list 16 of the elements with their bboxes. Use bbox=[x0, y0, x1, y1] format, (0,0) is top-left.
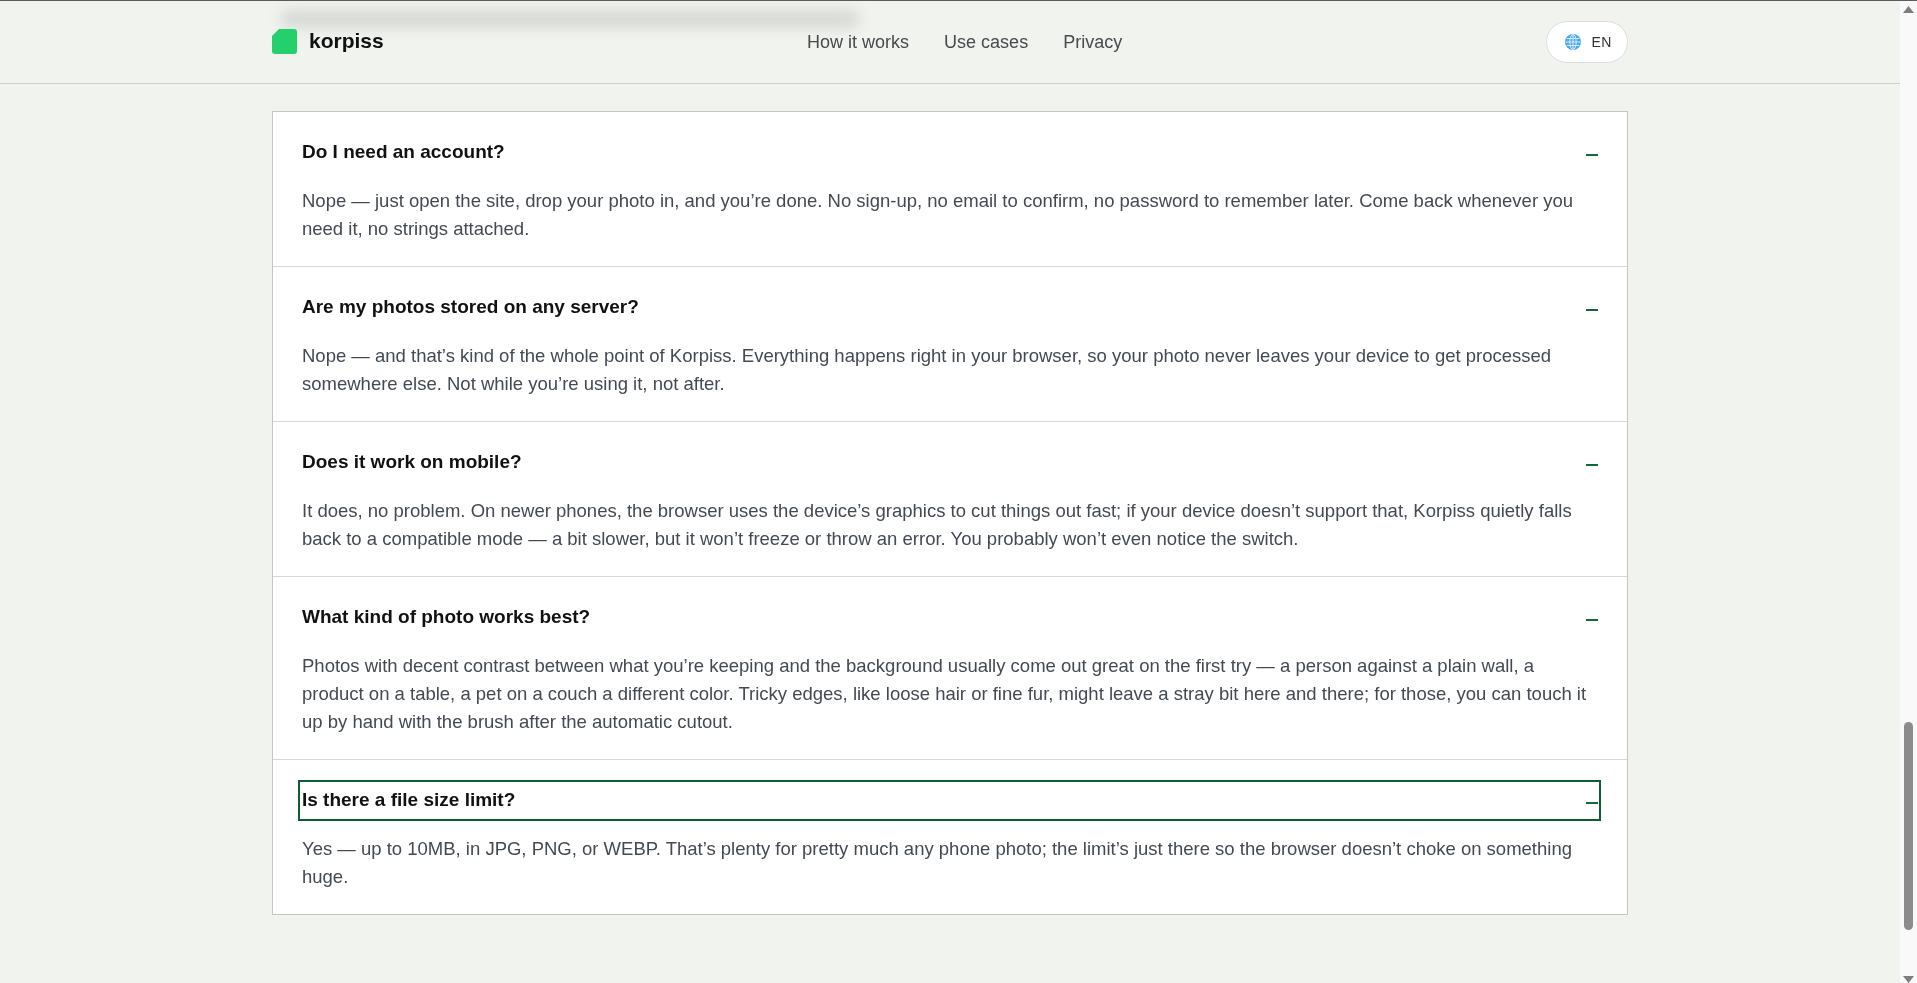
faq-answer: Nope — just open the site, drop your photo in, and you’re done. No sign-up, no email to confirm, no password to remember later. Come back whenever you need it, no strings attached. bbox=[301, 189, 1575, 241]
scrollbar-thumb[interactable] bbox=[1904, 722, 1913, 930]
language-button[interactable]: EN bbox=[1545, 21, 1628, 63]
logo-icon bbox=[272, 28, 297, 54]
faq-answer: It does, no problem. On newer phones, the browser uses the device’s graphics to cut things out fast; if your device doesn’t support that, Korpiss quietly falls back to a compatible mode — a bit slower, but it won’t freeze or throw an error. You probably won’t even notice the switch. bbox=[301, 499, 1573, 551]
faq-answer: Yes — up to 10MB, in JPG, PNG, or WEBP. That’s plenty for pretty much any phone photo; the limit’s just there so the browser doesn’t choke on something huge. bbox=[301, 837, 1573, 889]
nav-link[interactable]: How it works bbox=[807, 28, 910, 56]
faq-answer: Nope — and that’s kind of the whole point of Korpiss. Everything happens right in your browser, so your photo never leaves your device to get processed somewhere else. Not while you’re using it, not after. bbox=[301, 344, 1553, 396]
scroll-up-arrow-icon[interactable] bbox=[1903, 6, 1914, 13]
faq-question-button[interactable]: Is there a file size limit? bbox=[298, 780, 1601, 821]
nav-link[interactable]: Privacy bbox=[1063, 28, 1123, 56]
logo-link[interactable]: korpiss bbox=[272, 25, 384, 57]
nav-link[interactable]: Use cases bbox=[944, 28, 1029, 56]
faq-answer: Photos with decent contrast between what you’re keeping and the background usually come out great on the first try — a person against a plain wall, a product on a table, a pet on a couch a different color. Tricky edges, like loose hair or fine fur, might leave a stray bit here and there; for those, you can touch it up by hand with the brush after the automatic cutout. bbox=[301, 654, 1588, 734]
globe-icon bbox=[1564, 34, 1581, 50]
scroll-down-arrow-icon[interactable] bbox=[1903, 976, 1914, 983]
